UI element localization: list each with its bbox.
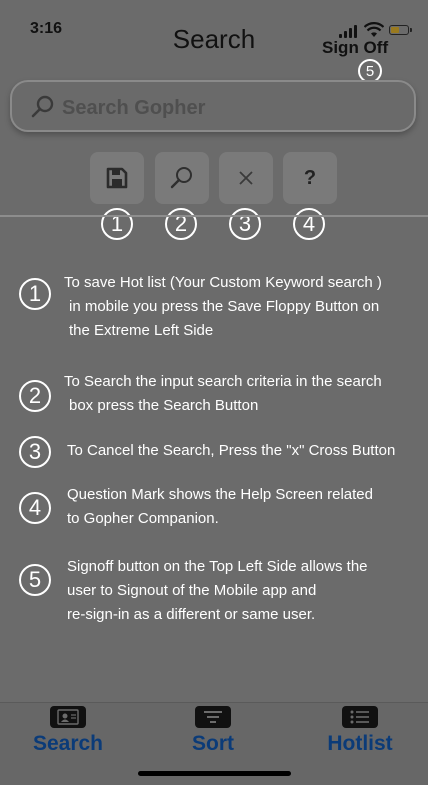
help-marker-3: 3 [19, 436, 51, 468]
help-text-save: To save Hot list (Your Custom Keyword se… [64, 274, 382, 339]
contact-card-icon [50, 706, 86, 728]
tab-hotlist-label: Hotlist [327, 732, 393, 755]
floppy-disk-icon [106, 167, 128, 189]
save-button[interactable] [90, 152, 144, 204]
marker-3: 3 [229, 208, 261, 240]
sort-lines-icon [195, 706, 231, 728]
search-input[interactable] [60, 94, 404, 122]
marker-2: 2 [165, 208, 197, 240]
close-icon [239, 171, 253, 185]
tab-hotlist[interactable]: Hotlist [317, 706, 403, 756]
marker-4: 4 [293, 208, 325, 240]
search-icon [31, 95, 54, 118]
help-text-cancel: To Cancel the Search, Press the "x" Cros… [67, 442, 396, 459]
search-icon [170, 167, 192, 189]
tab-search[interactable]: Search [24, 706, 112, 756]
marker-1: 1 [101, 208, 133, 240]
help-marker-1: 1 [19, 278, 51, 310]
toolbar-divider [0, 215, 428, 217]
help-button[interactable]: ? [283, 152, 337, 204]
help-text-help: Question Mark shows the Help Screen rela… [67, 486, 373, 527]
tab-sort-label: Sort [192, 732, 234, 755]
search-button[interactable] [155, 152, 209, 204]
home-indicator [138, 771, 291, 776]
tab-sort[interactable]: Sort [173, 706, 253, 756]
tab-search-label: Search [32, 732, 104, 755]
help-text-signoff: Signoff button on the Top Left Side allo… [67, 558, 368, 623]
cancel-button[interactable] [219, 152, 273, 204]
help-marker-5: 5 [19, 564, 51, 596]
search-bar [10, 80, 416, 132]
help-text-search: To Search the input search criteria in t… [64, 373, 382, 414]
question-mark-icon: ? [303, 166, 317, 189]
list-icon [342, 706, 378, 728]
help-marker-2: 2 [19, 380, 51, 412]
sign-off-button[interactable]: Sign Off [322, 38, 388, 58]
help-marker-4: 4 [19, 492, 51, 524]
